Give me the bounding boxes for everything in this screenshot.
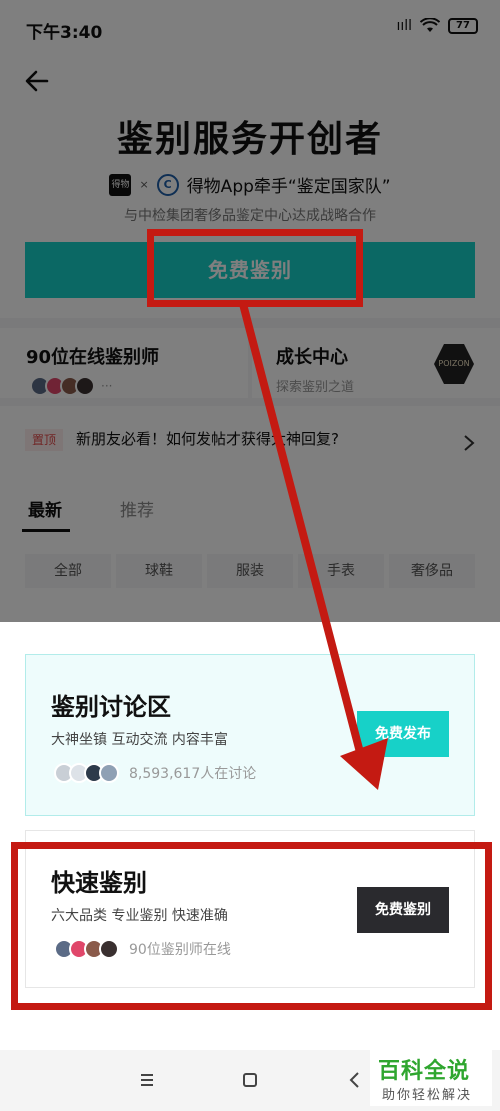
avatar: [99, 763, 119, 783]
watermark: 百科全说 助你轻松解决: [370, 1050, 492, 1106]
modal-overlay[interactable]: [0, 0, 500, 622]
discussion-title: 鉴别讨论区: [51, 693, 171, 721]
discussion-avatars: 8,593,617人在讨论: [54, 763, 256, 783]
menu-icon[interactable]: [135, 1068, 159, 1092]
home-icon[interactable]: [238, 1068, 262, 1092]
annotation-box-top: [147, 229, 363, 307]
free-publish-button[interactable]: 免费发布: [357, 711, 449, 757]
discussion-count: 8,593,617人在讨论: [129, 766, 257, 782]
watermark-title: 百科全说: [378, 1059, 471, 1084]
annotation-box-bottom: [11, 842, 492, 1010]
discussion-desc: 大神坐镇 互动交流 内容丰富: [51, 732, 228, 748]
back-nav-icon[interactable]: [343, 1068, 367, 1092]
watermark-subtitle: 助你轻松解决: [382, 1088, 473, 1103]
